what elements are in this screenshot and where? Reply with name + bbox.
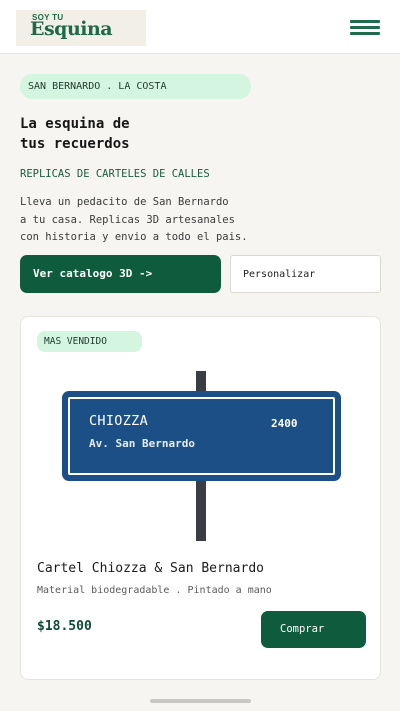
customize-button[interactable]: Personalizar (230, 255, 381, 293)
hero-title-line-2: tus recuerdos (20, 136, 130, 152)
sign-street-name: CHIOZZA (89, 413, 148, 429)
hero-description-line-3: con historia y envio a todo el pais. (20, 231, 248, 243)
best-seller-tag: MAS VENDIDO (37, 331, 142, 352)
hero-title-line-1: La esquina de (20, 116, 130, 132)
product-name[interactable]: Cartel Chiozza & San Bernardo (37, 561, 264, 576)
menu-bar-top (350, 20, 380, 23)
logo-wordmark: Esquina (30, 18, 113, 40)
hero-description-line-2: a tu casa. Replicas 3D artesanales (20, 213, 235, 226)
product-card[interactable]: MAS VENDIDO CHIOZZA 2400 Av. San Bernard… (20, 316, 381, 680)
sign-street-number: 2400 (271, 417, 298, 430)
street-sign-border: CHIOZZA 2400 Av. San Bernardo (68, 397, 335, 475)
view-catalog-button[interactable]: Ver catalogo 3D -> (20, 255, 221, 293)
sign-avenue-name: Av. San Bernardo (89, 437, 195, 450)
buy-button[interactable]: Comprar (261, 611, 366, 648)
top-header: SOY TU Esquina (0, 0, 400, 54)
hero-description: Lleva un pedacito de San Bernardo a tu c… (20, 194, 260, 247)
street-sign: CHIOZZA 2400 Av. San Bernardo (62, 391, 341, 481)
menu-bar-bottom (350, 32, 380, 35)
location-badge: SAN BERNARDO . LA COSTA (20, 74, 251, 99)
product-price: $18.500 (37, 619, 92, 634)
brand-logo[interactable]: SOY TU Esquina (16, 10, 146, 46)
hero-description-line-1: Lleva un pedacito de San Bernardo (20, 196, 229, 208)
hamburger-menu-icon[interactable] (348, 18, 382, 38)
product-meta: Material biodegradable . Pintado a mano (37, 585, 272, 596)
home-indicator[interactable] (150, 699, 251, 703)
hero-kicker: REPLICAS DE CARTELES DE CALLES (20, 168, 210, 180)
menu-bar-middle (350, 26, 380, 29)
hero-title: La esquina de tus recuerdos (20, 114, 220, 154)
